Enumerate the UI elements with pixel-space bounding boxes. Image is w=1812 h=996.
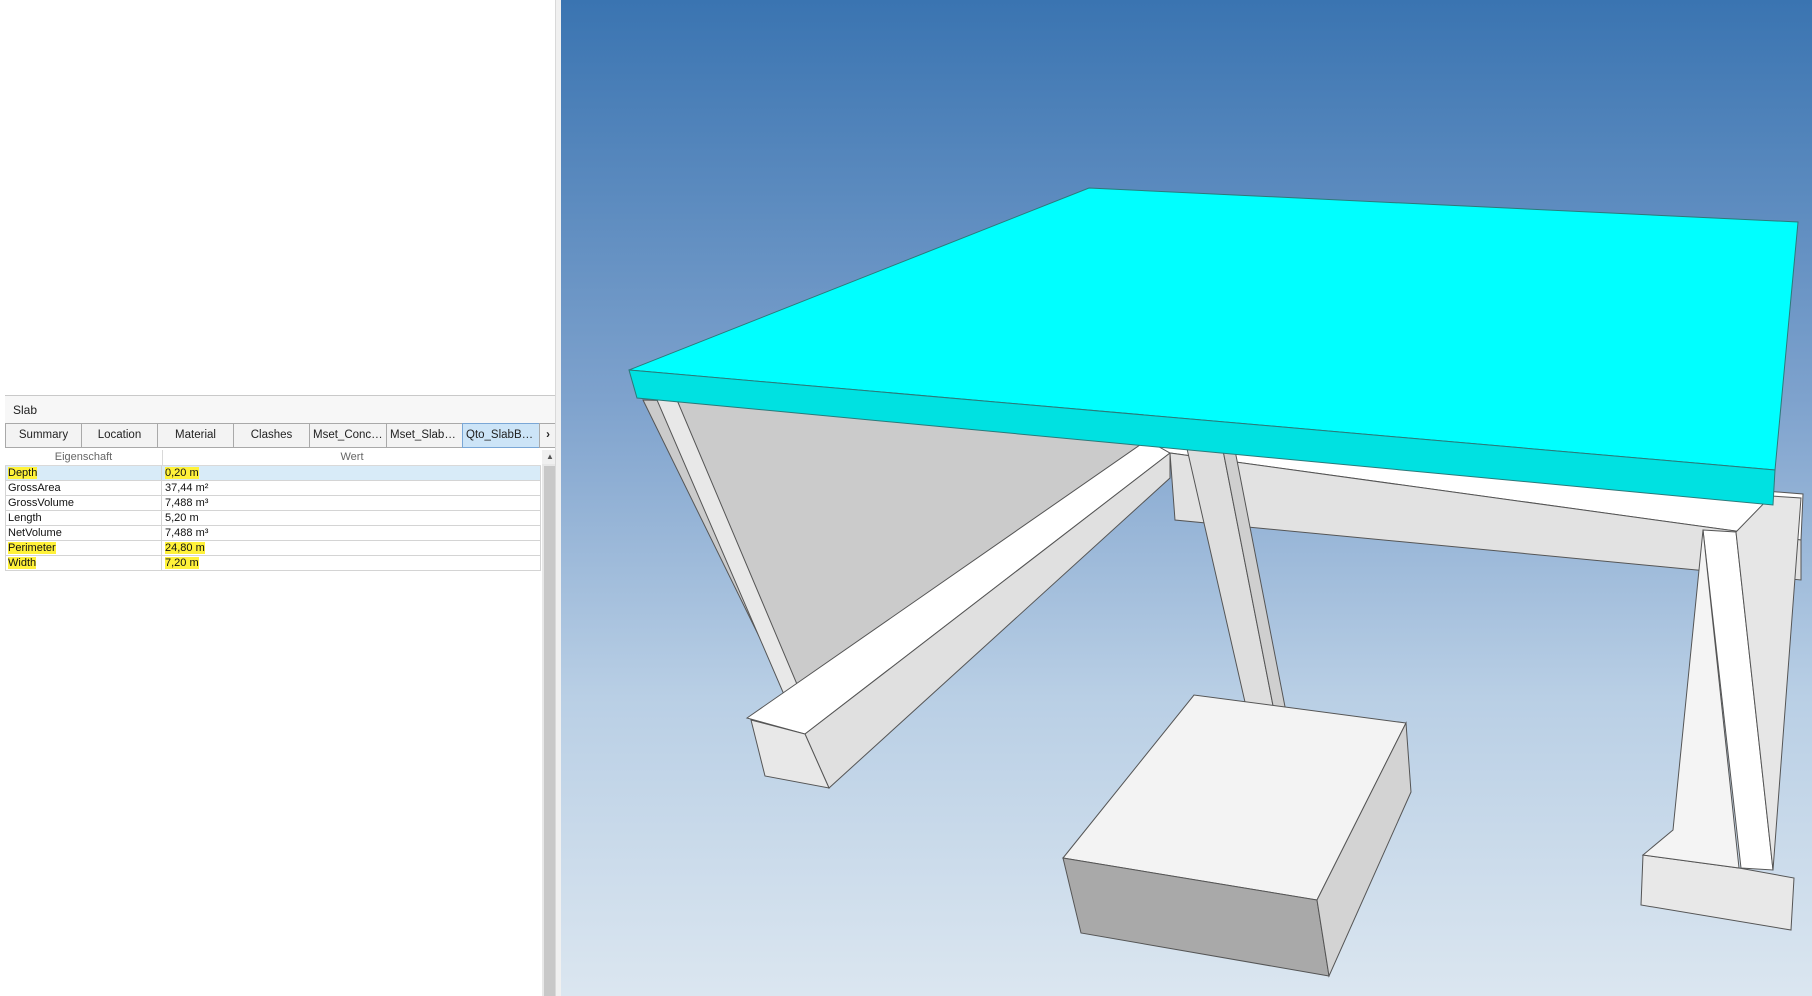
property-name: Width (8, 557, 37, 569)
property-value: 37,44 m² (165, 482, 209, 494)
tab-qto-slab-base[interactable]: Qto_SlabBas... (462, 423, 540, 448)
tab-mset-slab[interactable]: Mset_SlabS... (386, 423, 463, 448)
tab-clashes[interactable]: Clashes (233, 423, 310, 448)
property-name: NetVolume (8, 527, 62, 539)
property-value: 24,80 m (165, 542, 205, 554)
property-value: 7,488 m³ (165, 527, 209, 539)
table-row[interactable]: Width 7,20 m (5, 556, 541, 571)
table-row[interactable]: GrossArea 37,44 m² (5, 481, 541, 496)
property-name: GrossArea (8, 482, 61, 494)
table-row[interactable]: NetVolume 7,488 m³ (5, 526, 541, 541)
column-header-value[interactable]: Wert (163, 450, 541, 465)
grid-header: Eigenschaft Wert (5, 450, 541, 466)
3d-viewport[interactable] (561, 0, 1812, 996)
table-row[interactable]: GrossVolume 7,488 m³ (5, 496, 541, 511)
table-row[interactable]: Depth 0,20 m (5, 466, 541, 481)
chevron-right-icon: › (546, 429, 550, 441)
property-value: 5,20 m (165, 512, 199, 524)
property-value: 0,20 m (165, 467, 199, 479)
tab-bar: Summary Location Material Clashes Mset_C… (5, 423, 558, 448)
left-panel: Slab Summary Location Material Clashes M… (0, 0, 560, 996)
tab-summary[interactable]: Summary (5, 423, 82, 448)
property-value: 7,488 m³ (165, 497, 209, 509)
property-name: Length (8, 512, 42, 524)
panel-title: Slab (5, 395, 558, 424)
property-grid: Eigenschaft Wert Depth 0,20 m GrossArea … (5, 450, 541, 571)
tab-mset-concrete[interactable]: Mset_Concr... (309, 423, 387, 448)
tab-material[interactable]: Material (157, 423, 234, 448)
property-name: GrossVolume (8, 497, 75, 509)
properties-panel: Slab Summary Location Material Clashes M… (5, 395, 558, 996)
tab-location[interactable]: Location (81, 423, 158, 448)
property-name: Perimeter (8, 542, 56, 554)
column-header-property[interactable]: Eigenschaft (5, 450, 163, 465)
table-row[interactable]: Perimeter 24,80 m (5, 541, 541, 556)
property-name: Depth (8, 467, 38, 479)
model-scene (628, 187, 1804, 978)
table-row[interactable]: Length 5,20 m (5, 511, 541, 526)
property-value: 7,20 m (165, 557, 199, 569)
